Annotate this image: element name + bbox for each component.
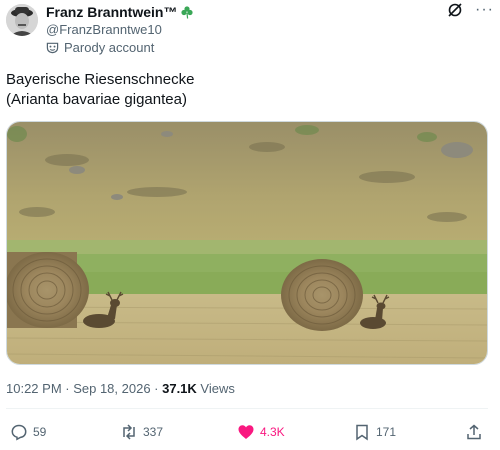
- more-icon[interactable]: ···: [475, 2, 494, 18]
- reply-button[interactable]: 59: [10, 423, 46, 441]
- bookmark-count: 171: [376, 425, 397, 439]
- share-button[interactable]: [465, 423, 483, 441]
- tweet-text-line-1: Bayerische Riesenschnecke: [6, 71, 195, 88]
- parody-text: Parody account: [64, 40, 155, 55]
- tweet-text-line-2: (Arianta bavariae gigantea): [6, 91, 187, 108]
- like-count: 4.3K: [260, 425, 285, 439]
- views-count: 37.1K: [162, 381, 197, 396]
- action-bar: 59 337 4.3K 171: [0, 423, 500, 443]
- grok-icon[interactable]: [447, 2, 463, 18]
- timestamp[interactable]: 10:22 PM · Sep 18, 2026 ·: [6, 381, 162, 396]
- avatar[interactable]: [6, 4, 38, 36]
- retweet-count: 337: [143, 425, 164, 439]
- tweet-meta: 10:22 PM · Sep 18, 2026 · 37.1K Views: [6, 381, 235, 396]
- tweet-photo[interactable]: [6, 121, 488, 365]
- retweet-button[interactable]: 337: [120, 423, 163, 441]
- retweet-icon: [123, 424, 135, 440]
- reply-icon: [11, 424, 27, 441]
- shamrock-icon: [180, 5, 194, 19]
- display-name[interactable]: Franz Branntwein™: [46, 4, 177, 20]
- parody-label: Parody account: [46, 40, 154, 55]
- header-actions: ···: [447, 2, 494, 18]
- like-button[interactable]: 4.3K: [237, 423, 285, 441]
- parody-mask-icon: [46, 42, 59, 54]
- heart-icon: [238, 425, 254, 439]
- bookmark-icon: [356, 424, 368, 441]
- bookmark-button[interactable]: 171: [353, 423, 396, 441]
- tweet-text: Bayerische Riesenschnecke (Arianta bavar…: [6, 70, 194, 110]
- author-handle[interactable]: @FranzBranntwe10: [46, 22, 162, 37]
- views-label: Views: [196, 381, 235, 396]
- divider: [6, 408, 488, 409]
- reply-count: 59: [33, 425, 47, 439]
- share-icon: [467, 424, 481, 440]
- author-name-row[interactable]: Franz Branntwein™: [46, 3, 194, 21]
- tweet-card: Franz Branntwein™ @FranzBranntwe10 Parod…: [0, 0, 500, 450]
